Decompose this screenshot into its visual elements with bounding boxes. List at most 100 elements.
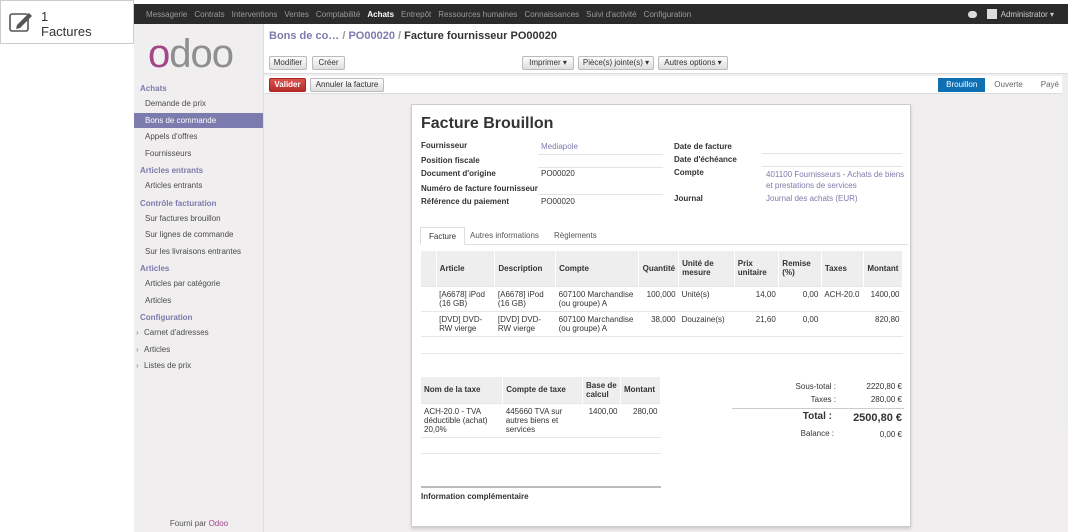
sidebar-item[interactable]: Articles entrants	[134, 178, 263, 193]
lines-body: [A6678] iPod (16 GB) [A6678] iPod (16 GB)…	[421, 285, 903, 370]
col-taxes[interactable]: Taxes	[821, 251, 865, 286]
col-description[interactable]: Description	[494, 251, 557, 286]
menu-item-7[interactable]: Ressources humaines	[438, 10, 517, 19]
sidebar-section-title: Contrôle facturation	[140, 198, 217, 208]
line-cell: [A6678] iPod (16 GB)	[436, 285, 495, 311]
sidebar-item[interactable]: Sur les livraisons entrantes	[134, 244, 263, 259]
sidebar-item[interactable]: › Listes de prix	[134, 358, 263, 373]
sidebar-item-label: Demande de prix	[145, 99, 206, 108]
sidebar-item-label: Fournisseurs	[145, 148, 192, 158]
tax-cell: 1400,00	[582, 402, 621, 437]
menu-item-0[interactable]: Messagerie	[146, 10, 187, 19]
total-value: 2500,80 €	[853, 412, 902, 424]
sidebar-item-label: Appels d'offres	[145, 132, 198, 141]
menu-item-3[interactable]: Ventes	[284, 10, 308, 19]
sidebar-item[interactable]: › Carnet d'adresses	[134, 325, 263, 340]
footer-text: Fourni par	[169, 519, 207, 528]
menu-item-4[interactable]: Comptabilité	[316, 10, 360, 19]
col-account[interactable]: Compte	[555, 251, 640, 286]
breadcrumb-po[interactable]: PO00020	[348, 30, 394, 42]
tab-invoice[interactable]: Facture	[420, 227, 466, 245]
stage-indicator: Brouillon Ouverte Payé	[938, 78, 1068, 92]
menu-item-6[interactable]: Entrepôt	[401, 10, 431, 19]
chevron-down-icon: ▾	[1047, 9, 1054, 19]
chevron-right-icon: ›	[136, 328, 139, 337]
col-unit-price[interactable]: Prix unitaire	[734, 251, 780, 286]
col-tax-account[interactable]: Compte de taxe	[502, 377, 584, 403]
sidebar-item[interactable]: Bons de commande	[134, 112, 263, 128]
col-uom[interactable]: Unité de mesure	[678, 251, 735, 286]
invoice-tabs: Facture Autres informations Règlements	[420, 227, 908, 245]
menu-item-8[interactable]: Connaissances	[524, 10, 579, 19]
sidebar-item[interactable]: Sur factures brouillon	[134, 211, 263, 226]
taxes-label: Taxes :	[810, 395, 836, 404]
sidebar-item[interactable]: Sur lignes de commande	[134, 227, 263, 242]
tab-payments[interactable]: Règlements	[546, 227, 605, 245]
origin-field[interactable]: PO00020	[541, 169, 575, 178]
sidebar-item-label: Sur lignes de commande	[145, 230, 234, 239]
stage-draft[interactable]: Brouillon	[938, 78, 986, 92]
line-cell: 21,60	[734, 310, 779, 336]
sidebar-section-title: Achats	[140, 84, 167, 93]
sidebar-item-label: Sur factures brouillon	[145, 213, 221, 223]
stage-open[interactable]: Ouverte	[985, 78, 1032, 92]
edit-button[interactable]: Modifier	[269, 56, 307, 70]
menu-item-9[interactable]: Suivi d'activité	[586, 10, 636, 19]
cancel-invoice-button[interactable]: Annuler la facture	[310, 78, 384, 92]
control-panel: Bons de co… / PO00020 / Facture fourniss…	[264, 24, 1068, 74]
invoice-date-label: Date de facture	[674, 142, 732, 151]
sidebar-section-title: Articles	[140, 264, 170, 273]
create-button[interactable]: Créer	[312, 56, 345, 70]
sidebar-item-label: Carnet d'adresses	[144, 328, 209, 337]
chevron-right-icon: ›	[136, 344, 139, 354]
menu-item-5[interactable]: Achats	[367, 10, 394, 19]
sidebar-item[interactable]: Articles par catégorie	[134, 276, 263, 291]
sidebar-item[interactable]: Fournisseurs	[134, 146, 263, 161]
payment-reference-field[interactable]: PO00020	[541, 197, 575, 206]
menu-item-2[interactable]: Interventions	[232, 10, 278, 19]
col-article[interactable]: Article	[436, 251, 496, 286]
sidebar-item[interactable]: Articles	[134, 293, 263, 308]
attachments-button[interactable]: Pièce(s) jointe(s) ▾	[578, 56, 654, 70]
line-cell: [A6678] iPod (16 GB)	[494, 285, 556, 311]
sidebar-item[interactable]: Appels d'offres	[134, 129, 263, 144]
subtotal-value: 2220,80 €	[866, 382, 902, 391]
badge-count: 1	[41, 9, 49, 24]
col-tax-amount[interactable]: Montant	[620, 377, 662, 403]
table-row[interactable]: [A6678] iPod (16 GB) [A6678] iPod (16 GB)…	[421, 285, 903, 311]
origin-label: Document d'origine	[421, 169, 496, 178]
sidebar-item[interactable]: › Articles	[134, 342, 263, 357]
col-tax-name[interactable]: Nom de la taxe	[421, 377, 504, 403]
footer-brand-link[interactable]: Odoo	[209, 519, 229, 528]
user-menu[interactable]: Administrator ▾	[967, 4, 1054, 24]
menu-item-10[interactable]: Configuration	[644, 10, 692, 19]
col-quantity[interactable]: Quantité	[638, 251, 680, 286]
col-tax-base[interactable]: Base de calcul	[582, 377, 621, 403]
table-row[interactable]: [DVD] DVD-RW vierge [DVD] DVD-RW vierge 60…	[421, 310, 903, 336]
payment-reference-label: Référence du paiement	[421, 197, 510, 206]
line-cell: Unité(s)	[678, 285, 735, 311]
journal-label: Journal	[674, 194, 703, 203]
account-field[interactable]: 401100 Fournisseurs - Achats de biens et…	[766, 169, 906, 191]
col-amount[interactable]: Montant	[863, 251, 903, 286]
scrollbar[interactable]	[1062, 76, 1068, 426]
line-cell: 14,00	[734, 285, 779, 311]
user-name[interactable]: Administrator	[1001, 10, 1048, 19]
breadcrumb-orders[interactable]: Bons de co…	[269, 30, 339, 42]
odoo-logo[interactable]: odoo	[148, 34, 248, 74]
tab-other-info[interactable]: Autres informations	[462, 227, 547, 245]
sidebar-item[interactable]: Demande de prix	[134, 96, 263, 111]
account-label: Compte	[674, 168, 704, 177]
line-cell: 607100 Marchandise (ou groupe) A	[555, 285, 639, 311]
journal-field[interactable]: Journal des achats (EUR)	[766, 194, 858, 203]
validate-button[interactable]: Valider	[269, 78, 306, 92]
supplier-field[interactable]: Mediapole	[541, 142, 578, 151]
line-cell: 0,00	[778, 285, 822, 311]
menu-item-1[interactable]: Contrats	[194, 10, 224, 19]
chat-icon[interactable]	[967, 10, 977, 18]
tax-row[interactable]: ACH-20.0 - TVA déductible (achat) 20,0% 4…	[421, 402, 661, 437]
more-options-button[interactable]: Autres options ▾	[658, 56, 728, 70]
print-button[interactable]: Imprimer ▾	[522, 56, 574, 70]
col-discount[interactable]: Remise (%)	[778, 251, 822, 286]
status-bar: Valider Annuler la facture Brouillon Ouv…	[264, 76, 1068, 94]
